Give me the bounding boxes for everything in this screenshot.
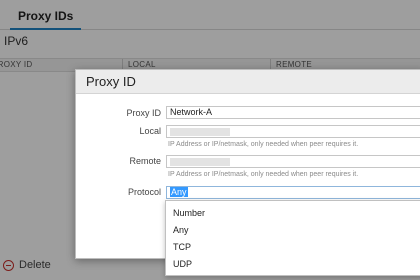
proxy-id-input[interactable]: Network-A [166, 106, 420, 119]
redacted-value [170, 158, 230, 166]
local-input[interactable] [166, 125, 420, 138]
dialog-title: Proxy ID [76, 70, 420, 94]
protocol-option-any[interactable]: Any [173, 225, 189, 235]
protocol-dropdown: Number Any TCP UDP [165, 200, 420, 276]
redacted-value [170, 128, 230, 136]
local-hint: IP Address or IP/netmask, only needed wh… [168, 141, 359, 148]
protocol-label: Protocol [127, 187, 161, 197]
remote-input[interactable] [166, 155, 420, 168]
protocol-option-number[interactable]: Number [173, 208, 205, 218]
protocol-option-tcp[interactable]: TCP [173, 242, 191, 252]
proxy-id-label: Proxy ID [126, 108, 161, 118]
proxy-id-value: Network-A [170, 107, 213, 117]
protocol-value: Any [170, 187, 188, 197]
protocol-option-udp[interactable]: UDP [173, 259, 192, 269]
remote-hint: IP Address or IP/netmask, only needed wh… [168, 171, 359, 178]
local-label: Local [139, 126, 161, 136]
protocol-select[interactable]: Any [166, 186, 420, 199]
remote-label: Remote [129, 156, 161, 166]
